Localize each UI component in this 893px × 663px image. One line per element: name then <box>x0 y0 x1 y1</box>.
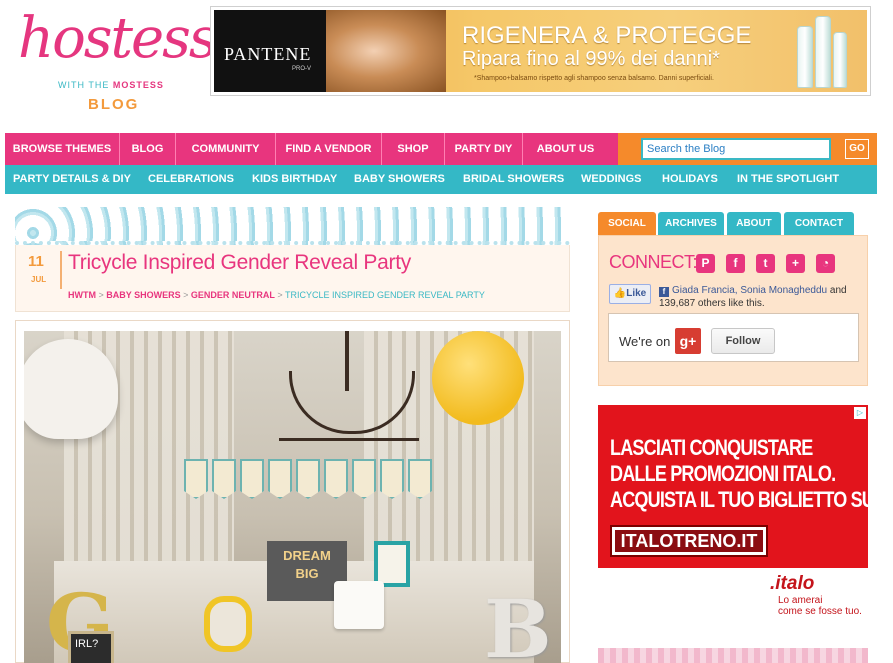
breadcrumb-hwtm[interactable]: HWTM <box>68 290 96 300</box>
connect-heading: CONNECT: <box>609 252 698 272</box>
follow-button[interactable]: Follow <box>711 328 775 354</box>
nav-about-us[interactable]: ABOUT US <box>523 133 608 165</box>
nav-shop[interactable]: SHOP <box>382 133 445 165</box>
logo-tagline: WITH THE MOSTESS <box>58 80 164 90</box>
italo-ad-copy: LASCIATI CONQUISTARE DALLE PROMOZIONI IT… <box>610 435 868 512</box>
nav-celebrations[interactable]: CELEBRATIONS <box>148 165 234 194</box>
adchoices-icon[interactable]: ▷ <box>854 407 866 419</box>
google-plus-follow-box: We're on g+ Follow <box>608 313 859 362</box>
social-panel: CONNECT: P f t + ◔ 👍Like f Giada Francia,… <box>598 235 868 386</box>
google-plus-icon[interactable]: g+ <box>675 328 701 354</box>
lace-decoration <box>15 207 570 245</box>
nav-in-the-spotlight[interactable]: IN THE SPOTLIGHT <box>737 165 839 194</box>
italo-tagline: Lo amerai come se fosse tuo. <box>778 595 862 617</box>
blog-search-input[interactable] <box>641 138 831 160</box>
product-bottles-image <box>797 14 853 88</box>
post-main-image[interactable]: DREAM BIG G IRL? B <box>24 331 561 663</box>
nav-party-diy[interactable]: PARTY DIY <box>445 133 523 165</box>
nav-party-details-diy[interactable]: PARTY DETAILS & DIY <box>13 165 131 194</box>
chalkboard-sign: IRL? <box>68 631 114 663</box>
facebook-mini-icon: f <box>659 287 669 297</box>
italo-logo: .italo <box>770 573 815 594</box>
breadcrumb-current: TRICYCLE INSPIRED GENDER REVEAL PARTY <box>285 290 485 300</box>
pinterest-icon[interactable]: P <box>696 254 715 273</box>
nav-weddings[interactable]: WEDDINGS <box>581 165 642 194</box>
post-title[interactable]: Tricycle Inspired Gender Reveal Party <box>68 251 411 275</box>
nav-browse-themes[interactable]: BROWSE THEMES <box>5 133 120 165</box>
sidebar-tabs: SOCIAL ARCHIVES ABOUT CONTACT <box>598 212 868 237</box>
ad-headline: RIGENERA & PROTEGGE <box>462 22 752 49</box>
pantene-logo: PANTENE <box>224 44 312 64</box>
title-divider <box>60 251 62 289</box>
sidebar-next-widget <box>598 648 868 663</box>
ad-subline: Ripara fino al 99% dei danni* <box>462 48 720 70</box>
fb-friend-names[interactable]: Giada Francia, Sonia Monagheddu <box>672 285 827 296</box>
nav-find-a-vendor[interactable]: FIND A VENDOR <box>276 133 382 165</box>
breadcrumb: HWTM > BABY SHOWERS > GENDER NEUTRAL > T… <box>68 290 485 300</box>
ad-model-image <box>326 10 446 92</box>
heart-balloon <box>24 339 118 439</box>
pantene-brand-panel: PANTENE PRO-V <box>214 10 326 92</box>
breadcrumb-baby-showers[interactable]: BABY SHOWERS <box>106 290 180 300</box>
tab-archives[interactable]: ARCHIVES <box>658 212 724 236</box>
letter-b: B <box>484 582 552 663</box>
thumbs-up-icon: 👍 <box>613 288 627 299</box>
nav-holidays[interactable]: HOLIDAYS <box>662 165 718 194</box>
breadcrumb-gender-neutral[interactable]: GENDER NEUTRAL <box>191 290 275 300</box>
facebook-like-button[interactable]: 👍Like <box>609 284 651 304</box>
googleplus-icon[interactable]: + <box>786 254 805 273</box>
yellow-balloon <box>432 331 524 425</box>
facebook-likes-text: f Giada Francia, Sonia Monagheddu and 139… <box>659 285 847 309</box>
yellow-frame <box>204 596 252 652</box>
logo-wordmark: hostess <box>18 6 218 71</box>
were-on-label: We're on <box>619 334 671 349</box>
tab-social[interactable]: SOCIAL <box>598 212 656 236</box>
pantene-sub: PRO-V <box>292 66 312 72</box>
tab-about[interactable]: ABOUT <box>727 212 781 236</box>
nav-blog[interactable]: BLOG <box>120 133 176 165</box>
primary-nav: BROWSE THEMES BLOG COMMUNITY FIND A VEND… <box>5 133 877 165</box>
logo-blog-label: BLOG <box>88 96 140 113</box>
search-go-button[interactable]: GO <box>845 139 869 159</box>
nav-bridal-showers[interactable]: BRIDAL SHOWERS <box>463 165 564 194</box>
nav-community[interactable]: COMMUNITY <box>176 133 276 165</box>
secondary-nav: PARTY DETAILS & DIY CELEBRATIONS KIDS BI… <box>5 165 877 194</box>
rss-icon[interactable]: ◔ <box>816 254 835 273</box>
post-date-day: 11 <box>28 253 44 270</box>
nav-kids-birthday[interactable]: KIDS BIRTHDAY <box>252 165 337 194</box>
chandelier <box>279 331 419 441</box>
ad-fineprint: *Shampoo+balsamo rispetto agli shampoo s… <box>474 75 714 82</box>
twitter-icon[interactable]: t <box>756 254 775 273</box>
italo-ad[interactable]: ▷ LASCIATI CONQUISTARE DALLE PROMOZIONI … <box>598 405 868 628</box>
facebook-icon[interactable]: f <box>726 254 745 273</box>
party-banner <box>184 459 446 503</box>
nav-arrow-divider <box>608 133 618 165</box>
post-header: 11 JUL Tricycle Inspired Gender Reveal P… <box>15 245 570 312</box>
cake <box>334 581 384 629</box>
nav-baby-showers[interactable]: BABY SHOWERS <box>354 165 445 194</box>
post-date-month: JUL <box>31 275 47 284</box>
italotreno-button[interactable]: ITALOTRENO.IT <box>610 525 768 557</box>
site-logo[interactable]: hostess WITH THE MOSTESS BLOG <box>18 6 218 120</box>
top-banner-ad[interactable]: PANTENE PRO-V RIGENERA & PROTEGGE Ripara… <box>210 6 871 96</box>
tab-contact[interactable]: CONTACT <box>784 212 854 236</box>
